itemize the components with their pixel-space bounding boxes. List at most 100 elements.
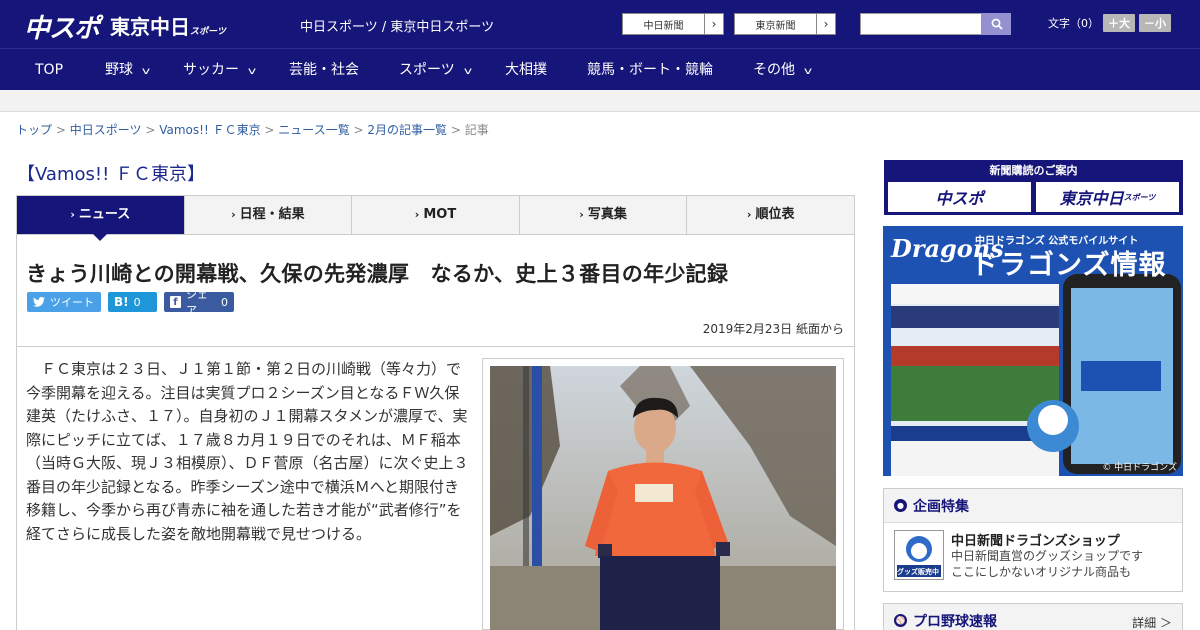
nav-racing[interactable]: 競馬・ボート・競輪 xyxy=(587,49,713,91)
nav-sumo-label: 大相撲 xyxy=(505,62,547,78)
tokyo-chunichi-logo-small: スポーツ xyxy=(190,27,226,37)
font-size-label: 文字（0） xyxy=(1048,17,1099,30)
article-body: ＦＣ東京は２３日、Ｊ１第１節・第２日の川崎戦（等々力）で今季開幕を迎える。注目は… xyxy=(26,360,469,543)
font-smaller-button[interactable]: －小 xyxy=(1139,14,1171,32)
tokyo-chunichi-subscribe-small: スポーツ xyxy=(1123,192,1156,202)
nav-top[interactable]: TOP xyxy=(35,49,63,91)
chevron-right-icon: › xyxy=(746,208,752,221)
baseball-live-title: プロ野球速報 xyxy=(913,613,997,630)
dragons-title: ドラゴンズ情報 xyxy=(971,250,1167,281)
tab-news[interactable]: › ニュース xyxy=(17,196,184,241)
dragons-shop-desc-line: 中日新聞直営のグッズショップです xyxy=(951,549,1144,563)
nav-entertainment-label: 芸能・社会 xyxy=(289,62,359,78)
baseball-more-link[interactable]: 詳細 ＞ xyxy=(1132,614,1172,630)
tokyo-chunichi-subscribe-button[interactable]: 東京中日 スポーツ xyxy=(1036,182,1179,212)
chuspo-logo[interactable]: 中スポ xyxy=(24,8,100,45)
tab-standings[interactable]: › 順位表 xyxy=(686,196,854,234)
tab-photos[interactable]: › 写真集 xyxy=(518,196,687,234)
nav-sports-label: スポーツ xyxy=(399,62,455,78)
breadcrumb-top[interactable]: トップ xyxy=(16,123,52,137)
facebook-share-label: シェア xyxy=(185,288,208,317)
breadcrumb-chunichi-sports[interactable]: 中日スポーツ xyxy=(70,123,142,137)
chevron-right-icon: › xyxy=(414,208,420,221)
nav-sumo[interactable]: 大相撲 xyxy=(505,49,547,91)
search-button[interactable] xyxy=(982,13,1011,35)
chevron-right-icon: › xyxy=(704,14,723,34)
tokyo-chunichi-logo-text: 東京中日 xyxy=(110,15,190,39)
ad-strip xyxy=(0,90,1200,112)
feature-title: 企画特集 xyxy=(913,498,969,515)
tokyo-shimbun-label: 東京新聞 xyxy=(755,20,796,32)
header-bar: 中スポ 東京中日スポーツ 中日スポーツ / 東京中日スポーツ 中日新聞 › 東京… xyxy=(0,0,1200,48)
breadcrumb-news-list[interactable]: ニュース一覧 xyxy=(278,123,349,137)
dragons-shop-thumb-text: グッズ販売中 xyxy=(897,568,939,576)
dragons-shop-item[interactable]: グッズ販売中 中日新聞ドラゴンズショップ 中日新聞直営のグッズショップです ここ… xyxy=(884,524,1182,580)
feature-box: ● 企画特集 グッズ販売中 中日新聞ドラゴンズショップ 中日新聞直営のグッズショ… xyxy=(883,488,1183,592)
breadcrumb-feb-list[interactable]: 2月の記事一覧 xyxy=(367,123,447,137)
chevron-down-icon: v xyxy=(247,66,257,77)
breadcrumb-sep: > xyxy=(55,123,66,137)
nav-other-label: その他 xyxy=(753,62,795,78)
hatena-count: 0 xyxy=(133,295,141,309)
tokyo-chunichi-subscribe-text: 東京中日 xyxy=(1059,189,1124,208)
search-input[interactable] xyxy=(860,13,982,35)
tokyo-shimbun-link[interactable]: 東京新聞 › xyxy=(734,13,836,35)
chevron-down-icon: v xyxy=(803,66,813,77)
article-dateline: 2019年2月23日 紙面から xyxy=(702,322,844,336)
chunichi-shimbun-link[interactable]: 中日新聞 › xyxy=(622,13,724,35)
nav-sports[interactable]: スポーツ v xyxy=(399,49,472,91)
subscription-title: 新聞購読のご案内 xyxy=(989,164,1078,177)
baseball-icon: ⚾ xyxy=(894,614,907,627)
breadcrumb: トップ > 中日スポーツ > Vamos!! ＦＣ東京 > ニュース一覧 > 2… xyxy=(16,121,489,138)
tweet-label: ツイート xyxy=(50,296,94,309)
dragons-shop-name: 中日新聞ドラゴンズショップ xyxy=(951,534,1120,549)
dragons-shop-thumbnail: グッズ販売中 xyxy=(894,530,944,580)
breadcrumb-fc-tokyo[interactable]: Vamos!! ＦＣ東京 xyxy=(159,123,260,137)
chevron-down-icon: v xyxy=(141,66,151,77)
hatena-icon: B! xyxy=(114,295,129,309)
dragons-copyright: © 中日ドラゴンズ xyxy=(1102,463,1177,473)
nav-entertainment[interactable]: 芸能・社会 xyxy=(289,49,359,91)
tweet-button[interactable]: ツイート xyxy=(27,292,101,312)
search-icon xyxy=(991,18,1003,30)
twitter-bird-icon xyxy=(33,297,45,307)
breadcrumb-sep: > xyxy=(450,123,461,137)
site-names[interactable]: 中日スポーツ / 東京中日スポーツ xyxy=(300,16,494,35)
nav-baseball-label: 野球 xyxy=(105,62,133,78)
facebook-share-count: 0 xyxy=(221,295,228,309)
facebook-share-button[interactable]: f シェア 0 xyxy=(164,288,234,317)
dragons-shop-desc-line: ここにしかないオリジナル商品も xyxy=(951,565,1132,579)
chuspo-subscribe-button[interactable]: 中スポ xyxy=(888,182,1031,212)
chevron-right-icon: › xyxy=(70,208,75,221)
feature-icon: ● xyxy=(894,499,907,512)
breadcrumb-current: 記事 xyxy=(464,123,489,137)
tab-mot[interactable]: › MOT xyxy=(351,196,519,234)
breadcrumb-sep: > xyxy=(353,123,364,137)
dragons-mobile-banner[interactable]: Dragons 中日ドラゴンズ 公式モバイルサイト ドラゴンズ情報 © 中日ドラ… xyxy=(883,226,1183,476)
tab-photos-label: 写真集 xyxy=(587,207,627,222)
chevron-right-icon: › xyxy=(579,208,584,221)
chunichi-shimbun-label: 中日新聞 xyxy=(643,20,684,32)
nav-soccer[interactable]: サッカー v xyxy=(183,49,257,91)
tab-schedule[interactable]: › 日程・結果 xyxy=(183,196,352,234)
nav-baseball[interactable]: 野球 v xyxy=(105,49,151,91)
font-larger-button[interactable]: ＋大 xyxy=(1103,14,1135,32)
article-photo[interactable] xyxy=(490,366,836,630)
main-nav: TOP 野球 v サッカー v 芸能・社会 スポーツ v 大相撲 競馬・ボート・競輪 … xyxy=(0,48,1200,90)
nav-other[interactable]: その他 v xyxy=(753,49,813,91)
chevron-down-icon: v xyxy=(463,66,472,77)
font-size-control: 文字（0） ＋大 －小 xyxy=(1048,14,1171,32)
feature-header: ● 企画特集 xyxy=(884,489,1182,523)
nav-racing-label: 競馬・ボート・競輪 xyxy=(587,62,713,78)
dragons-shop-desc: 中日新聞直営のグッズショップです ここにしかないオリジナル商品も xyxy=(951,548,1143,580)
hatena-bookmark-button[interactable]: B! 0 xyxy=(108,292,157,312)
chevron-right-icon: › xyxy=(231,208,236,221)
breadcrumb-sep: > xyxy=(264,123,275,137)
tab-mot-label: MOT xyxy=(423,207,457,222)
tab-schedule-label: 日程・結果 xyxy=(239,207,305,222)
breadcrumb-sep: > xyxy=(145,123,156,137)
category-tabs: › ニュース › 日程・結果 › MOT › 写真集 › 順位表 xyxy=(16,195,855,241)
tokyo-chunichi-logo[interactable]: 東京中日スポーツ xyxy=(110,11,226,40)
baseball-live-box: ⚾ プロ野球速報 詳細 ＞ xyxy=(883,603,1183,630)
category-title: 【Vamos!! ＦＣ東京】 xyxy=(17,164,206,185)
